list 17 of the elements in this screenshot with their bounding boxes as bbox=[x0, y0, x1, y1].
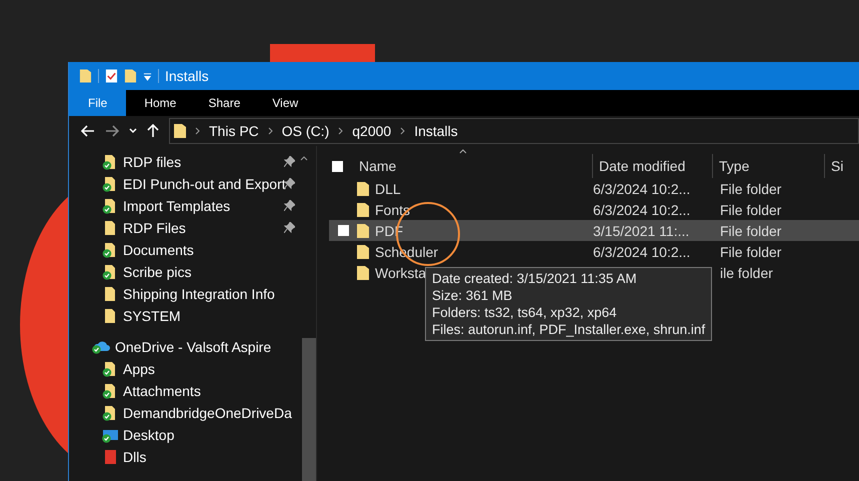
type-cell: ile folder bbox=[720, 264, 773, 280]
date-cell: 3/15/2021 11:... bbox=[593, 222, 690, 238]
type-cell: File folder bbox=[720, 180, 782, 196]
tooltip-line: Folders: ts32, ts64, xp32, xp64 bbox=[432, 305, 618, 320]
date-cell: 6/3/2024 10:2... bbox=[593, 244, 690, 260]
file-name: Worksta bbox=[375, 264, 426, 280]
type-cell: File folder bbox=[720, 244, 782, 260]
tooltip-line: Files: autorun.inf, PDF_Installer.exe, shrun.inf bbox=[432, 322, 706, 337]
date-cell: 6/3/2024 10:2... bbox=[593, 202, 690, 218]
file-name: DLL bbox=[375, 180, 401, 196]
window-title: Installs bbox=[165, 68, 209, 84]
date-cell: 6/3/2024 10:2... bbox=[593, 180, 690, 196]
file-name: Fonts bbox=[375, 202, 410, 218]
type-cell: File folder bbox=[720, 202, 782, 218]
tooltip-line: Date created: 3/15/2021 11:35 AM bbox=[432, 271, 638, 286]
tooltip-line: Size: 361 MB bbox=[432, 288, 514, 303]
type-cell: File folder bbox=[720, 222, 782, 238]
